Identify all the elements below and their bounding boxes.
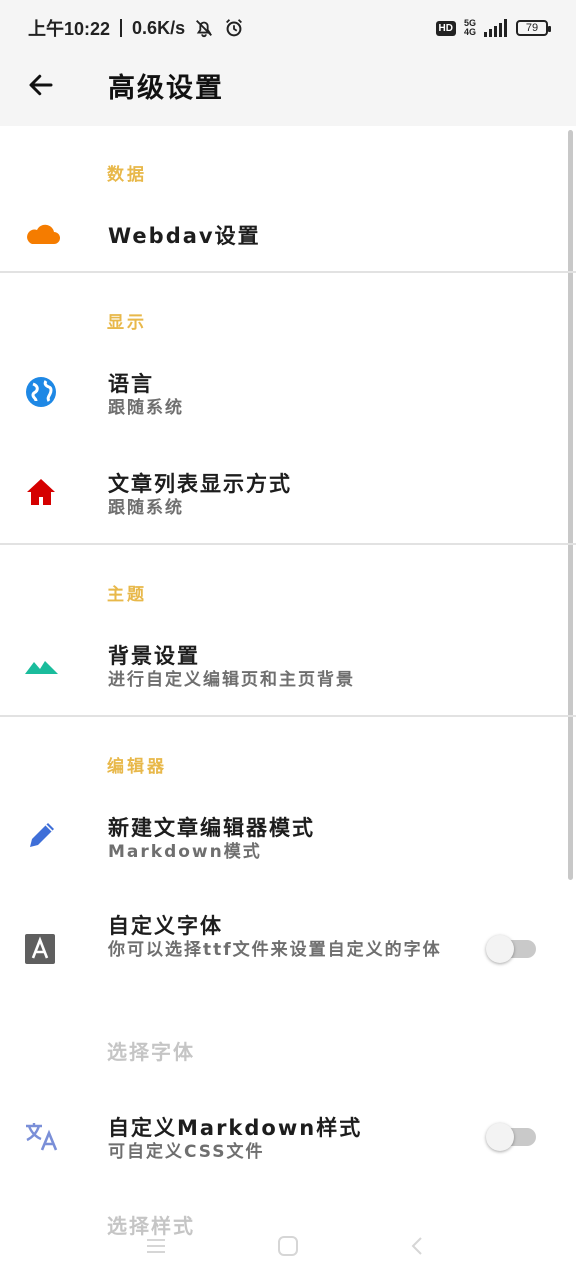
- custom-markdown-style-item[interactable]: 自定义Markdown样式 可自定义CSS文件: [0, 1102, 576, 1182]
- translate-icon: [26, 1123, 58, 1151]
- section-header-editor: 编辑器: [107, 757, 167, 777]
- menu-icon[interactable]: [144, 1234, 168, 1258]
- back-chevron-icon[interactable]: [406, 1234, 430, 1258]
- silent-bell-icon: [196, 20, 213, 38]
- battery-icon: 79: [516, 20, 551, 36]
- background-settings-title: 背景设置: [108, 644, 200, 668]
- editor-mode-item[interactable]: 新建文章编辑器模式 Markdown模式: [0, 802, 576, 882]
- webdav-settings-title: Webdav设置: [108, 224, 261, 248]
- status-time: 上午10:22: [28, 19, 111, 39]
- pencil-icon: [30, 823, 54, 847]
- background-settings-item[interactable]: 背景设置 进行自定义编辑页和主页背景: [0, 630, 576, 710]
- globe-icon: [26, 377, 56, 407]
- signal-icon: [484, 19, 507, 37]
- editor-mode-subtitle: Markdown模式: [108, 842, 262, 862]
- home-icon: [27, 479, 55, 505]
- network-indicator: 5G 4G: [464, 19, 476, 37]
- custom-font-toggle[interactable]: [486, 935, 536, 963]
- toggle-knob: [486, 935, 514, 963]
- hd-badge: HD: [435, 20, 456, 36]
- language-subtitle: 跟随系统: [108, 398, 184, 418]
- navigation-bar: [0, 1228, 576, 1268]
- arrow-left-icon[interactable]: [26, 70, 56, 100]
- custom-markdown-style-title: 自定义Markdown样式: [108, 1116, 363, 1140]
- network-sub: 4G: [463, 27, 476, 37]
- custom-markdown-toggle[interactable]: [486, 1123, 536, 1151]
- status-separator: [120, 19, 123, 37]
- toggle-knob: [486, 1123, 514, 1151]
- custom-font-subtitle: 你可以选择ttf文件来设置自定义的字体: [108, 940, 442, 960]
- select-font-item[interactable]: 选择字体: [107, 1036, 195, 1065]
- section-header-display: 显示: [107, 313, 147, 333]
- cloud-icon: [27, 224, 60, 244]
- divider: [0, 715, 576, 717]
- battery-level: 79: [525, 22, 539, 34]
- custom-markdown-style-subtitle: 可自定义CSS文件: [108, 1142, 265, 1162]
- app-bar: 高级设置: [0, 56, 576, 126]
- home-square-icon[interactable]: [276, 1234, 300, 1258]
- alarm-icon: [226, 19, 243, 37]
- status-speed: 0.6K/s: [132, 17, 186, 38]
- custom-font-item[interactable]: 自定义字体 你可以选择ttf文件来设置自定义的字体: [0, 902, 576, 1002]
- section-header-data: 数据: [107, 165, 147, 185]
- font-icon: [25, 934, 55, 964]
- webdav-settings-item[interactable]: Webdav设置: [0, 200, 576, 270]
- language-item[interactable]: 语言 跟随系统: [0, 358, 576, 438]
- background-settings-subtitle: 进行自定义编辑页和主页背景: [108, 670, 355, 690]
- custom-font-title: 自定义字体: [108, 914, 223, 938]
- article-list-mode-item[interactable]: 文章列表显示方式 跟随系统: [0, 458, 576, 538]
- divider: [0, 543, 576, 545]
- status-bar: 上午10:22 0.6K/s HD 5G 4G 79: [0, 0, 576, 56]
- landscape-icon: [25, 661, 58, 674]
- divider: [0, 271, 576, 273]
- page-title: 高级设置: [108, 73, 224, 104]
- editor-mode-title: 新建文章编辑器模式: [108, 816, 315, 840]
- language-title: 语言: [108, 372, 154, 396]
- article-list-mode-title: 文章列表显示方式: [108, 472, 292, 496]
- section-header-theme: 主题: [107, 585, 147, 605]
- article-list-mode-subtitle: 跟随系统: [108, 498, 184, 518]
